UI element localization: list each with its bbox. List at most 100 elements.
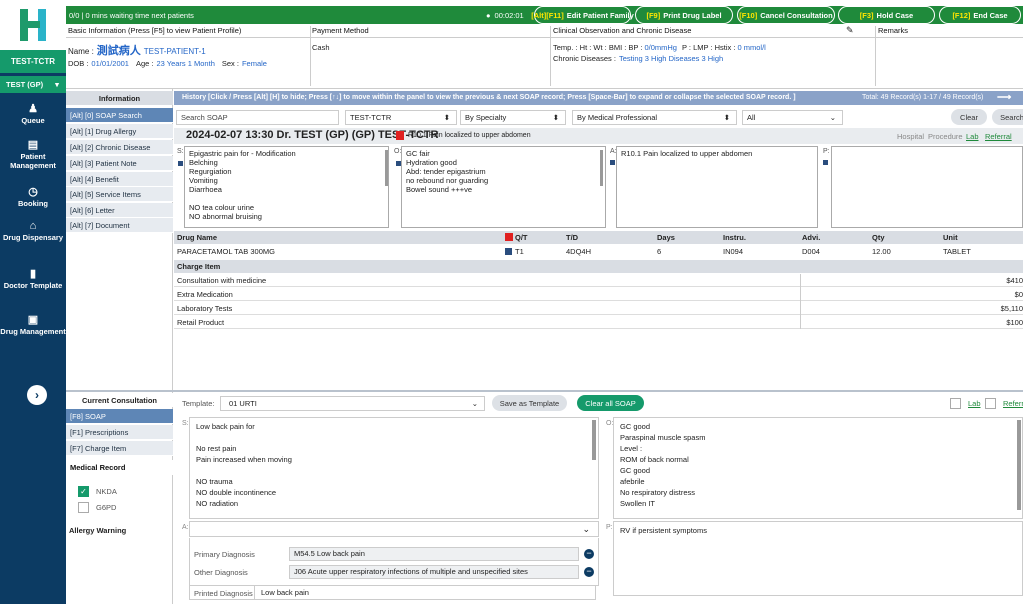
information-header: Information <box>66 91 173 105</box>
lab-checkbox[interactable] <box>950 398 961 409</box>
clinic-tab[interactable]: TEST-TCTR <box>0 50 66 73</box>
remarks-header: Remarks <box>878 26 909 35</box>
button-label: Edit Patient Family <box>566 10 634 20</box>
history-p-box[interactable] <box>831 146 1023 228</box>
consult-prescriptions[interactable]: [F1] Prescriptions <box>66 425 173 440</box>
history-bar[interactable]: History [Click / Press [Alt] [H] to hide… <box>174 91 1023 105</box>
dob-value: 01/01/2001 <box>91 59 129 68</box>
s-line: Pain increased when moving <box>196 455 292 464</box>
doctor-tab[interactable]: TEST (GP) ▾ <box>0 76 66 93</box>
clock-icon: ◷ <box>28 186 38 198</box>
hospital-link[interactable]: Hospital <box>897 132 924 141</box>
clear-button[interactable]: Clear <box>951 109 987 125</box>
drug-table-header: Drug Name Q/T T/D Days Instru. Advi. Qty… <box>174 231 1023 244</box>
info-document[interactable]: [Alt] [7] Document <box>66 218 173 233</box>
info-benefit[interactable]: [Alt] [4] Benefit <box>66 172 173 187</box>
soap-search-input[interactable]: Search SOAP <box>176 110 339 125</box>
remove-icon[interactable]: − <box>584 549 594 559</box>
lab-link[interactable]: Lab <box>966 132 979 141</box>
printed-diagnosis-field[interactable]: Low back pain <box>254 585 596 600</box>
end-case-button[interactable]: [F12] End Case <box>939 6 1021 24</box>
edit-patient-family-button[interactable]: [Alt][F11] Edit Patient Family <box>531 6 634 24</box>
nav-drug-management[interactable]: ▣ Drug Management <box>0 315 66 337</box>
hold-case-button[interactable]: [F3] Hold Case <box>838 6 935 24</box>
consult-charge-item[interactable]: [F7] Charge Item <box>66 441 173 456</box>
charge-name: Retail Product <box>177 317 225 327</box>
primary-diagnosis-field[interactable]: M54.5 Low back pain <box>289 547 579 561</box>
nav-drug-dispensary[interactable]: ⌂ Drug Dispensary <box>0 221 66 243</box>
nav-queue[interactable]: ♟ Queue <box>0 104 66 126</box>
age-value: 23 Years 1 Month <box>156 59 215 68</box>
soap-s-textarea[interactable]: Low back pain for No rest pain Pain incr… <box>189 417 599 519</box>
copy-icon[interactable] <box>823 160 828 165</box>
clinic-select[interactable]: TEST-TCTR ⬍ <box>345 110 457 125</box>
all-select[interactable]: All ⌄ <box>742 110 843 125</box>
table-row: Retail Product $100 <box>174 316 1023 329</box>
info-letter[interactable]: [Alt] [6] Letter <box>66 203 173 218</box>
arrow-right-icon[interactable]: ⟶ <box>997 92 1011 103</box>
copy-icon[interactable] <box>396 161 401 166</box>
history-s-box[interactable]: Epigastric pain for - Modification Belch… <box>184 146 389 228</box>
procedure-link[interactable]: Procedure <box>928 132 963 141</box>
o-line: GC good <box>620 466 651 475</box>
specialty-select[interactable]: By Specialty ⬍ <box>460 110 566 125</box>
patient-dob-row: DOB :01/01/2001 Age :23 Years 1 Month Se… <box>68 59 267 68</box>
p-label: P: <box>823 148 830 155</box>
scrollbar[interactable] <box>592 420 596 460</box>
col-charge-item: Charge Item <box>177 262 221 271</box>
info-chronic-disease[interactable]: [Alt] [2] Chronic Disease <box>66 140 173 155</box>
collapse-arrow-icon[interactable]: › <box>27 385 47 405</box>
save-as-template-button[interactable]: Save as Template <box>492 395 567 411</box>
chronic-value: Testing 3 High Diseases 3 High <box>618 54 724 63</box>
template-select[interactable]: 01 URTI ⌄ <box>220 396 485 411</box>
nav-booking[interactable]: ◷ Booking <box>0 186 66 209</box>
table-row: Extra Medication $0 <box>174 288 1023 301</box>
sex-value: Female <box>241 59 267 68</box>
edit-icon[interactable]: ✎ <box>846 25 854 36</box>
s-label: S: <box>177 148 184 155</box>
scrollbar[interactable] <box>600 150 603 186</box>
info-drug-allergy[interactable]: [Alt] [1] Drug Allergy <box>66 124 173 139</box>
o-line: Swollen IT <box>620 499 656 508</box>
copy-icon[interactable] <box>178 161 183 166</box>
table-row[interactable]: PARACETAMOL TAB 300MG T1 4DQ4H 6 IN094 D… <box>174 245 1023 258</box>
soap-p-textarea[interactable]: RV if persistent symptoms <box>613 521 1023 596</box>
g6pd-checkbox[interactable] <box>78 502 89 513</box>
professional-select[interactable]: By Medical Professional ⬍ <box>572 110 737 125</box>
nkda-checkbox[interactable]: ✓ <box>78 486 89 497</box>
history-o-box[interactable]: GC fair Hydration good Abd: tender epiga… <box>401 146 606 228</box>
button-label: Cancel Consultation <box>760 10 833 20</box>
s-line: Low back pain for <box>196 422 255 431</box>
cancel-consultation-button[interactable]: [F10] Cancel Consultation <box>737 6 835 24</box>
lab-link[interactable]: Lab <box>968 398 981 409</box>
col-instru: Instru. <box>723 233 746 242</box>
o-line: Level : <box>620 444 643 453</box>
history-a-box[interactable]: R10.1 Pain localized to upper abdomen <box>616 146 818 228</box>
scrollbar[interactable] <box>1017 420 1021 510</box>
remove-icon[interactable]: − <box>584 567 594 577</box>
referral-checkbox[interactable] <box>985 398 996 409</box>
diagnosis-search-input[interactable]: ⌄ <box>189 521 599 537</box>
soap-o-textarea[interactable]: GC good Paraspinal muscle spasm Level : … <box>613 417 1023 519</box>
info-patient-note[interactable]: [Alt] [3] Patient Note <box>66 156 173 171</box>
patient-name-cn[interactable]: 測試病人 <box>97 42 141 58</box>
referral-link[interactable]: Referr <box>1003 398 1023 409</box>
scrollbar[interactable] <box>385 150 388 186</box>
referral-link[interactable]: Referral <box>985 132 1012 141</box>
copy-icon[interactable] <box>505 248 512 255</box>
nav-patient-management[interactable]: ▤ Patient Management <box>0 140 66 171</box>
col-qty: Qty <box>872 233 885 242</box>
copy-icon[interactable] <box>610 160 615 165</box>
info-service-items[interactable]: [Alt] [5] Service Items <box>66 187 173 202</box>
nav-doctor-template[interactable]: ▮ Doctor Template <box>0 269 66 291</box>
print-drug-label-button[interactable]: [F9] Print Drug Label <box>635 6 733 24</box>
chevron-down-icon: ⌄ <box>582 524 590 534</box>
other-diagnosis-field[interactable]: J06 Acute upper respiratory infections o… <box>289 565 579 579</box>
info-soap-search[interactable]: [Alt] [0] SOAP Search <box>66 108 173 123</box>
clear-all-soap-button[interactable]: Clear all SOAP <box>577 395 644 411</box>
patient-name-en[interactable]: TEST-PATIENT-1 <box>144 47 206 56</box>
search-button[interactable]: Search <box>992 109 1023 125</box>
red-flag-icon <box>505 233 513 241</box>
consult-soap[interactable]: [F8] SOAP <box>66 409 173 424</box>
template-select-value: 01 URTI <box>229 399 257 408</box>
